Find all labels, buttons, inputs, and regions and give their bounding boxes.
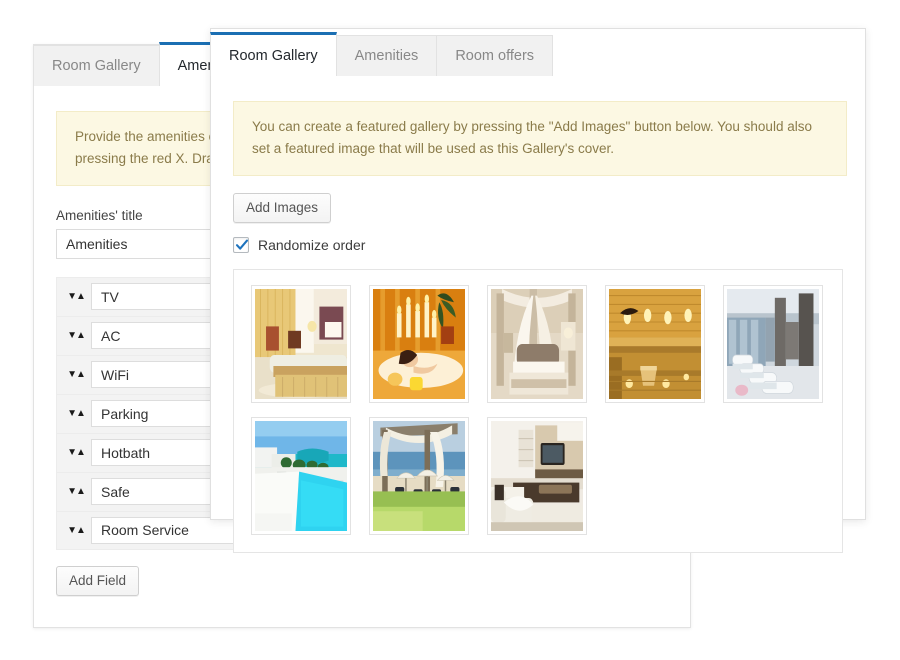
sort-handle-icon[interactable]: ▼▲ xyxy=(65,291,91,302)
sort-handle-icon[interactable]: ▼▲ xyxy=(65,525,91,536)
thumbnail-image-wooden-sauna-interior xyxy=(609,288,701,399)
add-images-button[interactable]: Add Images xyxy=(233,192,332,223)
screenshot-stage: Provide the amenities of this room. You … xyxy=(0,0,900,660)
room-gallery-tab-room-offers[interactable]: Room offers xyxy=(436,35,554,76)
gallery-notice-text: You can create a featured gallery by pre… xyxy=(252,119,812,157)
gallery-toolbar: Add Images xyxy=(233,192,865,223)
gallery-thumbnail[interactable] xyxy=(487,416,587,535)
thumbnail-image-modern-living-room-sofa-tv xyxy=(491,420,583,531)
gallery-thumbnail[interactable] xyxy=(605,284,705,403)
thumbnail-image-four-poster-canopy-bed xyxy=(491,288,583,399)
checkmark-icon xyxy=(235,239,249,250)
randomize-order-label: Randomize order xyxy=(258,236,366,253)
tab-label: Room Gallery xyxy=(52,58,141,74)
randomize-order-row: Randomize order xyxy=(233,236,865,253)
sort-handle-icon[interactable]: ▼▲ xyxy=(65,408,91,419)
tab-label: Amenities xyxy=(354,48,419,64)
sort-handle-icon[interactable]: ▼▲ xyxy=(65,369,91,380)
sort-handle-icon[interactable]: ▼▲ xyxy=(65,486,91,497)
gallery-thumbnail[interactable] xyxy=(723,284,823,403)
thumbnail-image-hotel-room-yellow-curtains xyxy=(255,288,347,399)
gallery-thumbnail[interactable] xyxy=(251,284,351,403)
gallery-thumbnail[interactable] xyxy=(369,416,469,535)
gallery-notice: You can create a featured gallery by pre… xyxy=(233,101,847,176)
room-gallery-tab-amenities[interactable]: Amenities xyxy=(335,35,438,76)
room-gallery-tab-room-gallery[interactable]: Room Gallery xyxy=(210,32,337,76)
randomize-order-checkbox[interactable] xyxy=(233,236,249,253)
gallery-thumbnail[interactable] xyxy=(369,284,469,403)
add-field-button-wrap: Add Field xyxy=(56,565,690,596)
room-gallery-panel-body: You can create a featured gallery by pre… xyxy=(211,76,865,553)
thumbnail-image-beach-cabana-umbrellas xyxy=(373,420,465,531)
tab-label: Room offers xyxy=(455,48,535,64)
gallery-thumbnail-grid xyxy=(233,268,843,553)
gallery-thumbnail[interactable] xyxy=(487,284,587,403)
thumbnail-image-woman-in-bath-candles xyxy=(373,288,465,399)
sort-handle-icon[interactable]: ▼▲ xyxy=(65,330,91,341)
room-gallery-panel-tabs: Room Gallery Amenities Room offers xyxy=(210,28,554,76)
add-field-button[interactable]: Add Field xyxy=(56,565,140,596)
thumbnail-image-beach-resort-pool-terrace xyxy=(255,420,347,531)
amenities-panel-tab-room-gallery[interactable]: Room Gallery xyxy=(33,45,160,86)
sort-handle-icon[interactable]: ▼▲ xyxy=(65,447,91,458)
tab-label: Room Gallery xyxy=(229,47,318,64)
gallery-thumbnail[interactable] xyxy=(251,416,351,535)
thumbnail-image-spa-lounge-beds-columns xyxy=(727,288,819,399)
room-gallery-panel: You can create a featured gallery by pre… xyxy=(210,28,866,553)
